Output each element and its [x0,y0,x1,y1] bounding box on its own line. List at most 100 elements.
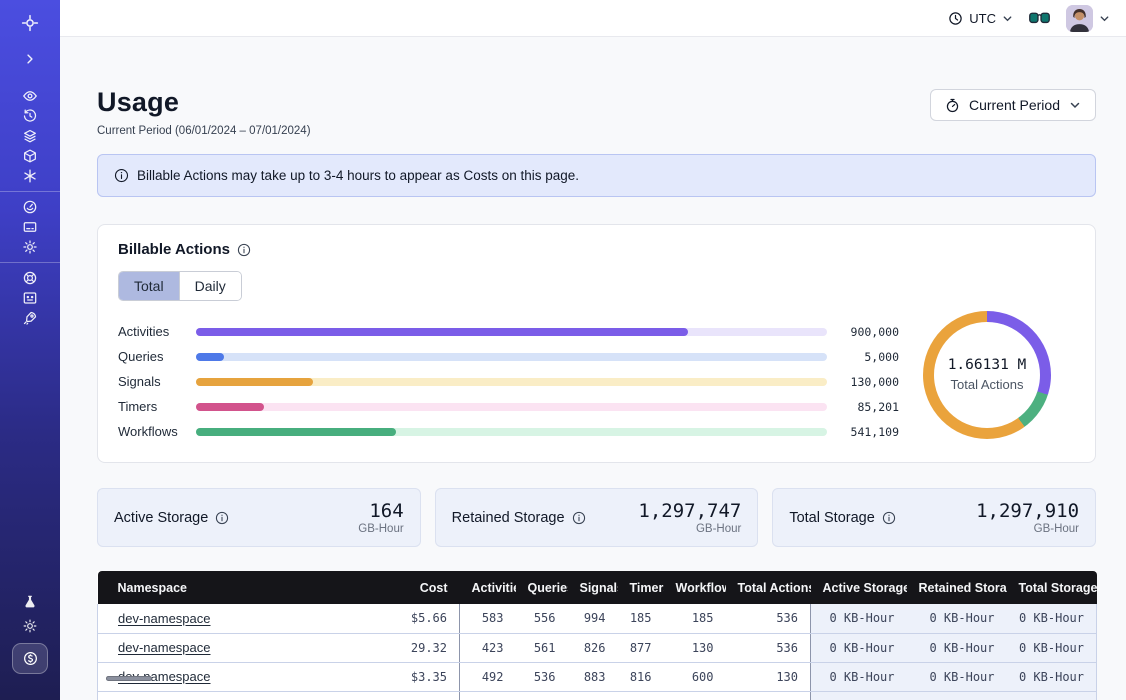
bar-chart: Activities 900,000 Queries 5,000 Signals130,… [118,317,899,444]
chevron-down-icon [1069,99,1081,111]
table-row: dev-namespace$5.665835569941851855360 KB… [98,604,1097,633]
cell-signals: 994 [568,604,618,633]
flask-icon[interactable] [0,590,60,614]
bar-value: 900,000 [841,325,899,339]
total-storage-value: 1,297,910 [976,501,1079,521]
column-header-retained-storage: Retained Storage [907,571,1007,604]
avatar [1066,5,1093,32]
temporal-logo-icon[interactable] [0,8,60,38]
stopwatch-icon [945,98,960,113]
timezone-selector[interactable]: UTC [948,11,1013,26]
lifebuoy-icon[interactable] [0,268,60,288]
cube-icon[interactable] [0,146,60,166]
cell-active-storage: 0 KB-Hour [811,662,907,691]
cell-timers: 816 [618,662,664,691]
column-header-timers: Timers [618,571,664,604]
retained-storage-label: Retained Storage [452,510,586,526]
active-storage-value: 164 [358,501,403,521]
bar-track [196,428,827,436]
info-icon[interactable] [237,243,251,257]
cell-timers: 877 [618,633,664,662]
cell-queries: 556 [516,604,568,633]
billable-actions-card: Billable Actions Total Daily Activities9… [97,224,1096,463]
bar-fill [196,403,264,411]
info-icon[interactable] [572,511,586,525]
total-actions-value: 1.66131 M [948,357,1027,373]
bar-track [196,353,827,361]
rocket-icon[interactable] [0,308,60,328]
column-header-signals: Signals [568,571,618,604]
cell-retained-storage: 0 KB-Hour [907,662,1007,691]
eye-icon[interactable] [0,86,60,106]
bar-fill [196,328,688,336]
bar-label: Workflows [118,424,182,439]
terminal-face-icon[interactable] [0,288,60,308]
active-storage-label-text: Active Storage [114,510,208,526]
tab-total[interactable]: Total [119,272,179,300]
bar-fill [196,353,224,361]
cell-workflows: 130 [664,633,726,662]
info-icon[interactable] [882,511,896,525]
page-header: Usage Current Period (06/01/2024 – 07/01… [97,87,1096,137]
cell-workflows: 600 [664,662,726,691]
active-storage-card: Active Storage 164 GB-Hour [97,488,421,547]
table-row: dev-namespace$3.354925368838166001300 KB… [98,662,1097,691]
info-icon[interactable] [215,511,229,525]
cell-cost: 29.32 [388,633,460,662]
bar-row-signals: Signals130,000 [118,369,899,394]
sidebar-divider [0,191,60,192]
bar-label: Signals [118,374,182,389]
table-row: dev-namespace29.324235618268771305360 KB… [98,633,1097,662]
bar-row-workflows: Workflows541,109 [118,419,899,444]
gauge-icon[interactable] [0,197,60,217]
period-selector-button[interactable]: Current Period [930,89,1096,121]
namespace-link[interactable]: dev-namespace [118,611,211,626]
sidebar-item-billing-selected[interactable] [12,643,48,674]
chevron-down-icon [1099,13,1110,24]
sidebar-collapse-chevron-icon[interactable] [0,46,60,72]
bar-track [196,328,827,336]
cell-timers: 185 [618,604,664,633]
bar-value: 85,201 [841,400,899,414]
column-header-cost: Cost [388,571,460,604]
bar-label: Queries [118,349,182,364]
cell-activities: 492 [460,662,516,691]
donut-ring: 1.66131 M Total Actions [923,311,1051,439]
billable-actions-chart: Activities 900,000 Queries 5,000 Signals130,… [118,317,1075,444]
usage-page: Usage Current Period (06/01/2024 – 07/01… [60,37,1126,700]
bar-label: Timers [118,399,182,414]
cell-activities: 583 [460,604,516,633]
bar-label: Activities [118,324,182,339]
cell-signals: 883 [568,662,618,691]
bar-track [196,403,827,411]
cell-workflows: 185 [664,604,726,633]
cell-namespace: dev-namespace [98,633,388,662]
namespace-link[interactable]: dev-namespace [118,640,211,655]
column-header-total-actions: Total Actions [726,571,811,604]
total-actions-label: Total Actions [951,377,1024,392]
horizontal-scrollbar-thumb[interactable] [106,676,152,681]
timezone-label: UTC [969,11,996,26]
bar-value: 5,000 [841,350,899,364]
clock-icon [948,11,963,26]
glasses-icon[interactable] [1029,12,1050,25]
column-header-namespace: Namespace [98,571,388,604]
card-icon[interactable] [0,217,60,237]
cell-retained-storage: 0 KB-Hour [907,604,1007,633]
user-menu[interactable] [1066,5,1110,32]
cell-activities: 423 [460,633,516,662]
tab-daily[interactable]: Daily [179,272,241,300]
gear-icon[interactable] [0,237,60,257]
cell-total-storage: 0 KB-Hour [1007,633,1097,662]
asterisk-icon[interactable] [0,166,60,186]
cell-total-actions: 536 [726,633,811,662]
banner-text: Billable Actions may take up to 3-4 hour… [137,168,579,183]
column-header-queries: Queries [516,571,568,604]
donut-chart: 1.66131 M Total Actions [899,305,1075,444]
total-storage-card: Total Storage 1,297,910 GB-Hour [772,488,1096,547]
bar-track [196,378,827,386]
history-icon[interactable] [0,106,60,126]
cell-retained-storage: 0 KB-Hour [907,633,1007,662]
layers-icon[interactable] [0,126,60,146]
sun-icon[interactable] [0,614,60,638]
